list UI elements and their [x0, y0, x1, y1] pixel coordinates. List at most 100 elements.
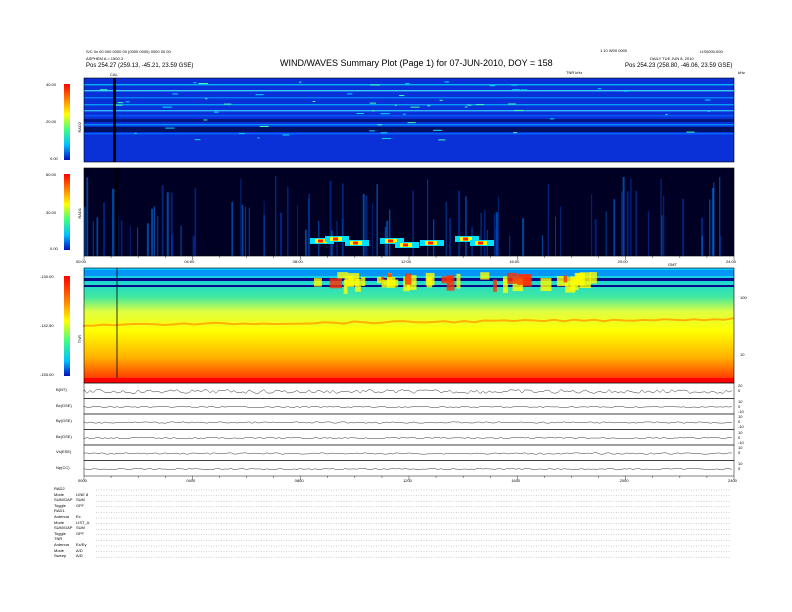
rad1-label: RAD1	[77, 208, 82, 219]
rad2-band	[84, 104, 734, 106]
footer-val: SUM	[76, 525, 85, 531]
footer-key: SUM/GAP	[54, 497, 73, 503]
rad2-speck	[438, 139, 446, 141]
rad2-cal-stripe	[113, 78, 116, 162]
mag-label: By(GSE)	[56, 418, 72, 423]
rad2-speck	[380, 113, 390, 115]
rad2-speck	[444, 81, 450, 83]
mag-trace	[83, 389, 733, 394]
rad2-speck	[282, 134, 290, 136]
rad1-emission-peak	[318, 239, 323, 243]
footer-key: Toggle	[54, 530, 66, 536]
rad2-speck	[198, 83, 209, 85]
rad1-streak	[180, 225, 182, 256]
footer-val: A/D	[76, 547, 83, 553]
rad2-speck	[513, 132, 518, 134]
rad1-cal-stripe	[115, 168, 118, 256]
rad1-streak	[372, 203, 373, 256]
rad2-speck	[377, 124, 383, 126]
rad2-speck	[172, 93, 179, 95]
tnr-right-tick-10: 10	[740, 352, 745, 357]
rad2-speck	[347, 93, 353, 95]
tnr-burst	[589, 272, 597, 284]
rad1-colorbar	[64, 174, 70, 250]
footer-key: Mode	[54, 491, 65, 497]
rad1-streak	[151, 208, 154, 256]
rad2-speck	[410, 106, 420, 108]
footer-key: Mode	[54, 547, 65, 553]
time-label-bottom: 0800	[294, 478, 304, 483]
tnr-burst	[574, 272, 585, 286]
rad1-streak	[362, 193, 365, 256]
rad1-emission-peak	[353, 241, 358, 245]
rad1-tick-top: 60.00	[46, 172, 57, 177]
rad1-streak	[146, 223, 149, 256]
rad2-speck	[686, 131, 695, 133]
footer-key: Antenna	[54, 514, 69, 519]
rad1-streak	[297, 205, 299, 256]
rad2-speck	[214, 111, 219, 113]
rad1-streak	[555, 216, 557, 256]
cal-label: CAL	[110, 72, 118, 77]
rad1-streak	[458, 190, 461, 256]
footer-val: OFF	[76, 502, 84, 508]
rad2-speck	[125, 101, 130, 103]
time-label-top: 04:00	[184, 259, 195, 264]
rad2-speck	[298, 81, 302, 83]
tnr-label: TNR	[77, 335, 82, 344]
rad1-streak	[605, 211, 607, 256]
footer-key: Toggle	[54, 502, 66, 508]
rad2-speck	[405, 83, 410, 85]
rad1-streak	[622, 176, 625, 256]
rad1-streak	[483, 210, 486, 256]
rad2-speck	[370, 84, 380, 86]
rad1-streak	[613, 199, 616, 256]
rad1-streak	[647, 211, 650, 256]
rad2-speck	[475, 104, 484, 106]
time-label-bottom: 0000	[78, 478, 87, 483]
time-label-top: 12:00	[401, 259, 412, 264]
rad1-streak	[279, 212, 283, 256]
mag-trace	[83, 468, 733, 471]
rad2-band	[84, 115, 734, 117]
footer-val: Ex/Ey	[76, 542, 87, 547]
mag-panel-frame	[83, 413, 735, 430]
time-label-bottom: 0400	[186, 478, 196, 483]
tnr-tick-top: -130.00	[40, 274, 54, 279]
rad2-speck	[205, 98, 208, 100]
mag-panel-frame	[83, 429, 735, 446]
rad1-streak	[275, 176, 277, 256]
rad2-speck	[511, 84, 518, 86]
tnr-burst	[381, 279, 389, 288]
rad1-streak	[493, 213, 496, 256]
rad1-panel	[64, 167, 735, 257]
footer-val: SUM	[76, 497, 85, 503]
tnr-colorbar	[64, 276, 70, 376]
tnr-right-tick-100: 100	[740, 295, 747, 300]
tnr-burst	[361, 276, 366, 287]
rad1-streak	[465, 196, 467, 256]
rad2-speck	[193, 82, 197, 84]
rad2-band	[84, 90, 734, 92]
tnr-burst	[377, 276, 382, 284]
rad1-streak	[522, 218, 525, 256]
rad1-streak	[112, 188, 115, 256]
rad2-speck	[99, 89, 108, 91]
rad1-streak	[635, 190, 638, 256]
rad2-speck	[623, 90, 629, 92]
rad2-speck	[165, 127, 175, 129]
mag-panel-frame	[83, 444, 735, 461]
rad1-streak	[308, 193, 311, 256]
rad1-tick-mid: 30.00	[46, 210, 57, 215]
mag-label: Vs(ESE)	[56, 449, 72, 454]
tnr-burst	[480, 272, 490, 280]
rad2-band	[84, 84, 734, 86]
rad1-emission-peak	[403, 243, 408, 247]
tnr-burst	[313, 278, 322, 287]
tnr-burst	[446, 275, 455, 291]
footer-key: SUM/GAP	[54, 525, 73, 531]
rad1-streak	[713, 182, 715, 256]
footer-val: LINE 8	[76, 491, 89, 497]
rad2-speck	[257, 137, 260, 139]
mag-label: Bz(GSE)	[56, 433, 72, 439]
